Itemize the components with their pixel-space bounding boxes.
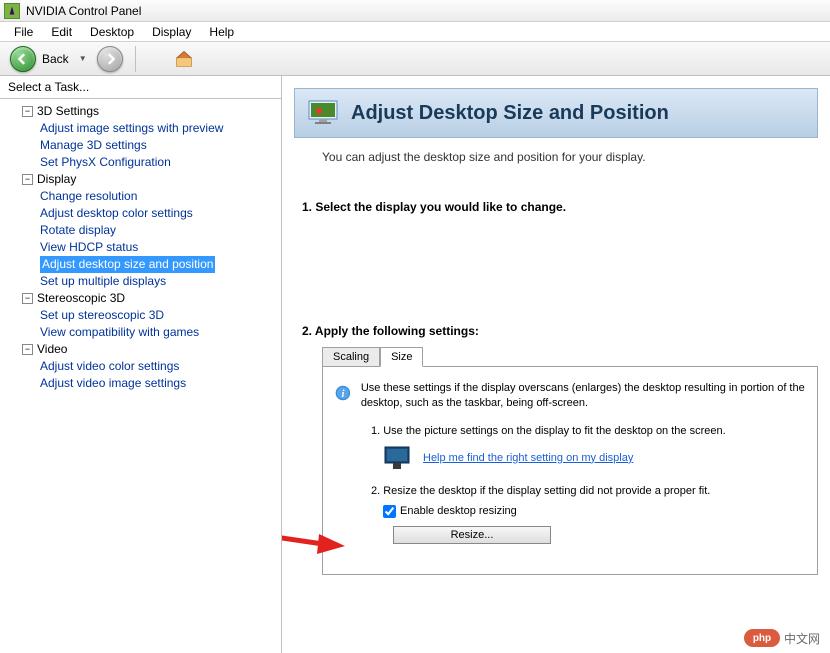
window-title: NVIDIA Control Panel (26, 4, 141, 18)
monitor-icon (307, 97, 339, 129)
item-adjust-size[interactable]: Adjust desktop size and position (40, 256, 215, 273)
help-link[interactable]: Help me find the right setting on my dis… (423, 452, 633, 464)
item-color[interactable]: Adjust desktop color settings (40, 205, 193, 222)
toolbar-divider (135, 46, 136, 72)
menu-edit[interactable]: Edit (43, 23, 80, 41)
item-image-preview[interactable]: Adjust image settings with preview (40, 120, 223, 137)
intro-text: You can adjust the desktop size and posi… (282, 138, 830, 164)
menu-file[interactable]: File (6, 23, 41, 41)
tabs: Scaling Size (322, 346, 830, 366)
tab-size[interactable]: Size (380, 347, 423, 367)
sidebar-header: Select a Task... (0, 76, 281, 99)
content-area: Adjust Desktop Size and Position You can… (282, 76, 830, 653)
tab-body-size: i Use these settings if the display over… (322, 366, 818, 575)
enable-resizing-checkbox[interactable] (383, 505, 396, 518)
annotation-arrow-icon (282, 524, 345, 554)
tv-icon (383, 445, 411, 471)
step1-label: 1. Select the display you would like to … (302, 200, 830, 214)
info-text: Use these settings if the display oversc… (361, 381, 805, 411)
tab-scaling[interactable]: Scaling (322, 347, 380, 367)
menu-display[interactable]: Display (144, 23, 199, 41)
page-title: Adjust Desktop Size and Position (351, 102, 669, 125)
checkbox-label: Enable desktop resizing (400, 505, 517, 517)
item-rotate[interactable]: Rotate display (40, 222, 116, 239)
item-video-image[interactable]: Adjust video image settings (40, 375, 186, 392)
title-bar: NVIDIA Control Panel (0, 0, 830, 22)
cat-video[interactable]: Video (37, 341, 67, 358)
resize-button[interactable]: Resize... (393, 526, 551, 544)
toolbar: Back ▼ (0, 42, 830, 76)
step2-label: 2. Apply the following settings: (302, 324, 830, 338)
menu-bar: File Edit Desktop Display Help (0, 22, 830, 42)
back-dropdown[interactable]: ▼ (75, 51, 91, 67)
item-stereo-setup[interactable]: Set up stereoscopic 3D (40, 307, 164, 324)
arrow-left-icon (17, 53, 29, 65)
menu-desktop[interactable]: Desktop (82, 23, 142, 41)
sidebar: Select a Task... −3D Settings Adjust ima… (0, 76, 282, 653)
item-stereo-compat[interactable]: View compatibility with games (40, 324, 199, 341)
watermark: php 中文网 (744, 629, 820, 647)
step-a: 1. Use the picture settings on the displ… (371, 425, 805, 437)
tree-toggle[interactable]: − (22, 174, 33, 185)
back-label: Back (42, 52, 69, 66)
content-header: Adjust Desktop Size and Position (294, 88, 818, 138)
tree-toggle[interactable]: − (22, 344, 33, 355)
menu-help[interactable]: Help (201, 23, 242, 41)
item-multiple-displays[interactable]: Set up multiple displays (40, 273, 166, 290)
home-icon (174, 49, 194, 69)
home-button[interactable] (168, 45, 200, 73)
tree-toggle[interactable]: − (22, 106, 33, 117)
item-resolution[interactable]: Change resolution (40, 188, 137, 205)
step-b: 2. Resize the desktop if the display set… (371, 485, 805, 497)
item-hdcp[interactable]: View HDCP status (40, 239, 138, 256)
tree-toggle[interactable]: − (22, 293, 33, 304)
arrow-right-icon (104, 53, 116, 65)
cat-display[interactable]: Display (37, 171, 76, 188)
watermark-text: 中文网 (784, 630, 820, 647)
forward-button[interactable] (97, 46, 123, 72)
back-button[interactable] (10, 46, 36, 72)
item-physx[interactable]: Set PhysX Configuration (40, 154, 171, 171)
watermark-badge: php (744, 629, 780, 647)
item-video-color[interactable]: Adjust video color settings (40, 358, 179, 375)
task-tree: −3D Settings Adjust image settings with … (0, 99, 281, 653)
nvidia-icon (4, 3, 20, 19)
cat-stereo[interactable]: Stereoscopic 3D (37, 290, 125, 307)
info-icon: i (335, 381, 351, 405)
svg-text:i: i (341, 389, 344, 400)
item-manage-3d[interactable]: Manage 3D settings (40, 137, 147, 154)
cat-3d-settings[interactable]: 3D Settings (37, 103, 99, 120)
